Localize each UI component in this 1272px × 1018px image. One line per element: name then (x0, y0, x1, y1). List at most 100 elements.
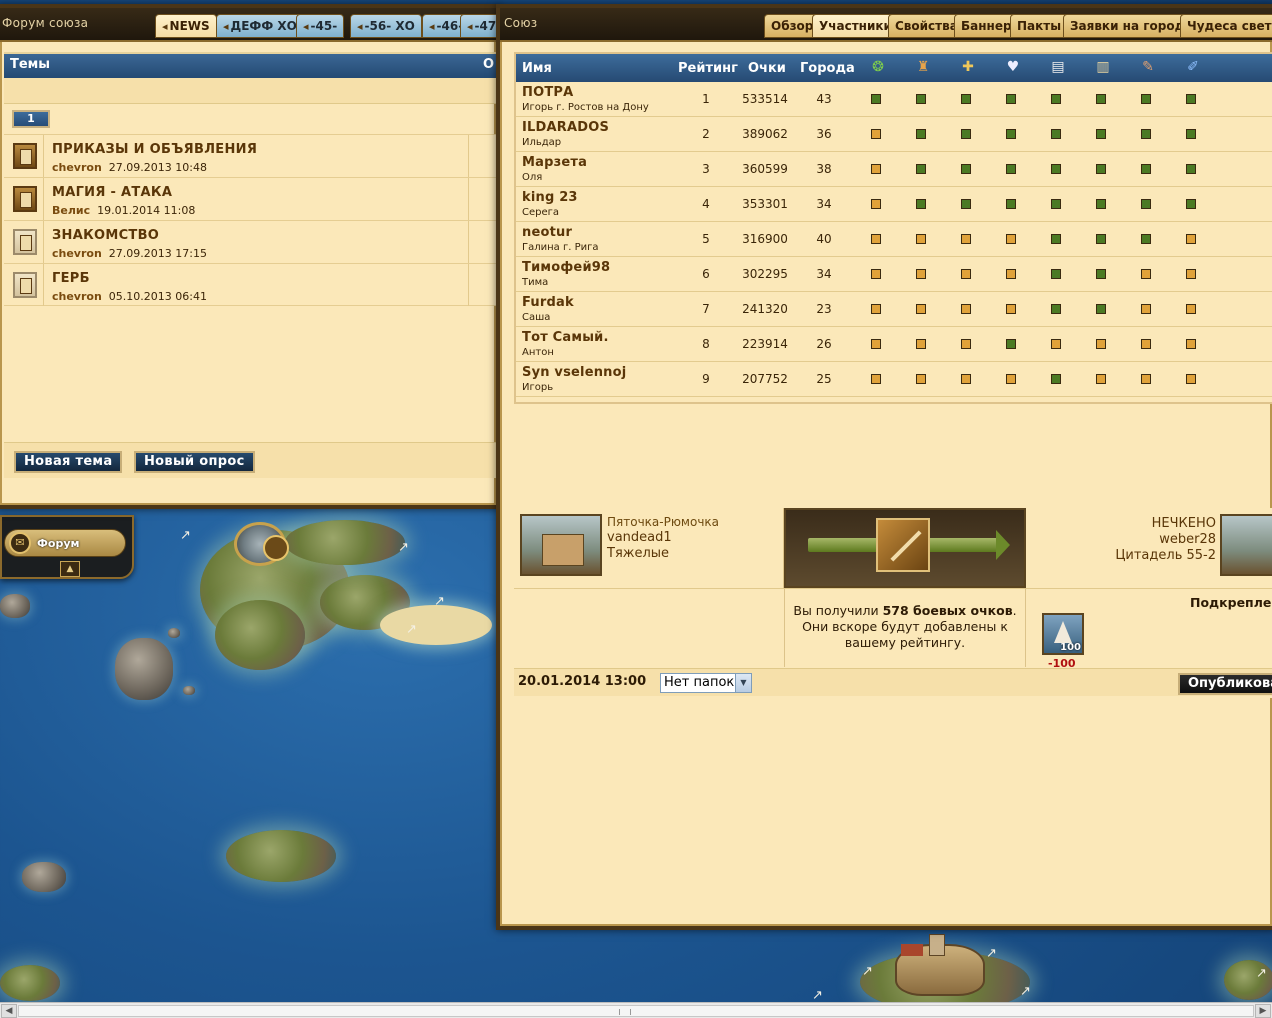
scrollbar-thumb[interactable] (18, 1005, 1254, 1017)
member-name[interactable]: ILDARADOS (522, 120, 609, 135)
permission-toggle[interactable] (1006, 374, 1016, 384)
table-row[interactable]: neotur Галина г. Рига 5 316900 40 (516, 222, 1272, 257)
scroll-left-icon[interactable]: ◀ (1, 1004, 17, 1018)
permission-toggle[interactable] (1006, 129, 1016, 139)
col-rank[interactable]: Рейтинг (678, 61, 738, 76)
permission-toggle[interactable] (1096, 164, 1106, 174)
permission-toggle[interactable] (871, 374, 881, 384)
table-row[interactable]: king 23 Серега 4 353301 34 (516, 187, 1272, 222)
permission-toggle[interactable] (1186, 164, 1196, 174)
permission-toggle[interactable] (1051, 304, 1061, 314)
col-points[interactable]: Очки (748, 61, 786, 76)
page-button[interactable]: 1 (12, 110, 50, 128)
permission-toggle[interactable] (1006, 234, 1016, 244)
permission-toggle[interactable] (1051, 269, 1061, 279)
permission-toggle[interactable] (1141, 269, 1151, 279)
permission-toggle[interactable] (1141, 94, 1151, 104)
forum-tab-deff[interactable]: ◂ ДЕФФ ХО (216, 14, 304, 38)
permission-toggle[interactable] (1006, 94, 1016, 104)
coins-icon[interactable] (234, 522, 289, 566)
permission-toggle[interactable] (961, 234, 971, 244)
defender-player[interactable]: weber28 (1115, 532, 1216, 548)
permission-toggle[interactable] (871, 94, 881, 104)
permission-toggle[interactable] (961, 94, 971, 104)
defender-city[interactable]: НЕЧКЕНО (1115, 516, 1216, 532)
flag-icon[interactable]: ↗ (406, 622, 417, 637)
permission-toggle[interactable] (871, 129, 881, 139)
permission-toggle[interactable] (1096, 94, 1106, 104)
forum-tab-45[interactable]: ◂ -45- (296, 14, 345, 38)
topic-row[interactable]: ЗНАКОМСТВО chevron 27.09.2013 17:15 (4, 220, 496, 263)
permission-toggle[interactable] (1051, 374, 1061, 384)
permission-toggle[interactable] (916, 164, 926, 174)
permission-toggle[interactable] (1051, 129, 1061, 139)
tab-world-wonders[interactable]: Чудеса света (1180, 14, 1272, 38)
permission-toggle[interactable] (1051, 339, 1061, 349)
permission-toggle[interactable] (1186, 304, 1196, 314)
member-name[interactable]: Марзета (522, 155, 587, 170)
permission-toggle[interactable] (1096, 304, 1106, 314)
permission-toggle[interactable] (1096, 129, 1106, 139)
new-poll-button[interactable]: Новый опрос (134, 451, 255, 473)
permission-toggle[interactable] (961, 269, 971, 279)
permission-toggle[interactable] (1096, 199, 1106, 209)
permission-toggle[interactable] (916, 94, 926, 104)
topic-row[interactable]: МАГИЯ - АТАКА Велис 19.01.2014 11:08 (4, 177, 496, 220)
member-name[interactable]: Furdak (522, 295, 574, 310)
forum-tab-56[interactable]: ◂ -56- ХО (350, 14, 422, 38)
permission-toggle[interactable] (1186, 94, 1196, 104)
permission-toggle[interactable] (1186, 269, 1196, 279)
new-topic-button[interactable]: Новая тема (14, 451, 123, 473)
defender-city-image[interactable] (1220, 514, 1272, 576)
permission-toggle[interactable] (1186, 339, 1196, 349)
attacker-city[interactable]: Пяточка-Рюмочка (607, 514, 719, 530)
permission-toggle[interactable] (1096, 374, 1106, 384)
permission-toggle[interactable] (1006, 269, 1016, 279)
flag-icon[interactable]: ↗ (398, 540, 409, 555)
permission-toggle[interactable] (916, 199, 926, 209)
permission-toggle[interactable] (916, 269, 926, 279)
permission-toggle[interactable] (1006, 339, 1016, 349)
topic-title[interactable]: ЗНАКОМСТВО (52, 228, 159, 243)
publish-button[interactable]: Опубликова (1178, 673, 1272, 695)
flag-icon[interactable]: ↗ (1020, 984, 1031, 999)
permission-toggle[interactable] (871, 339, 881, 349)
col-cities[interactable]: Города (800, 61, 855, 76)
permission-toggle[interactable] (916, 374, 926, 384)
permission-toggle[interactable] (1096, 339, 1106, 349)
flag-icon[interactable]: ↗ (812, 988, 823, 1002)
member-name[interactable]: Тот Самый. (522, 330, 609, 345)
permission-toggle[interactable] (961, 304, 971, 314)
forum-shortcut[interactable]: ✉ Форум ▲ (0, 515, 134, 579)
permission-toggle[interactable] (1096, 234, 1106, 244)
flag-icon[interactable]: ↗ (1256, 966, 1267, 981)
topic-title[interactable]: МАГИЯ - АТАКА (52, 185, 172, 200)
forum-titlebar[interactable]: Форум союза ◂ NEWS ◂ ДЕФФ ХО ◂ -45- ◂ -56- Х… (0, 8, 504, 42)
permission-toggle[interactable] (1096, 269, 1106, 279)
member-name[interactable]: Тимофей98 (522, 260, 610, 275)
permission-toggle[interactable] (916, 234, 926, 244)
tab-pacts[interactable]: Пакты (1010, 14, 1069, 38)
topic-row[interactable]: ПРИКАЗЫ И ОБЪЯВЛЕНИЯ chevron 27.09.2013 … (4, 134, 496, 177)
alliance-titlebar[interactable]: Союз Обзор Участники Свойства Баннер Пак… (500, 8, 1272, 42)
topic-title[interactable]: ГЕРБ (52, 271, 90, 286)
member-name[interactable]: neotur (522, 225, 572, 240)
permission-toggle[interactable] (961, 199, 971, 209)
tab-banner[interactable]: Баннер (954, 14, 1019, 38)
member-name[interactable]: king 23 (522, 190, 578, 205)
permission-toggle[interactable] (871, 164, 881, 174)
flag-icon[interactable]: ↗ (180, 528, 191, 543)
table-row[interactable]: Syn vselennoj Игорь 9 207752 25 (516, 362, 1272, 397)
forum-tab-news[interactable]: ◂ NEWS (155, 14, 217, 38)
permission-toggle[interactable] (1006, 199, 1016, 209)
permission-toggle[interactable] (1051, 164, 1061, 174)
permission-toggle[interactable] (961, 129, 971, 139)
member-name[interactable]: Syn vselennoj (522, 365, 626, 380)
permission-toggle[interactable] (1186, 234, 1196, 244)
flag-icon[interactable]: ↗ (862, 964, 873, 979)
member-name[interactable]: ПОТРА (522, 85, 573, 100)
permission-toggle[interactable] (871, 234, 881, 244)
permission-toggle[interactable] (1141, 304, 1151, 314)
permission-toggle[interactable] (1006, 304, 1016, 314)
city-icon[interactable] (895, 934, 985, 996)
